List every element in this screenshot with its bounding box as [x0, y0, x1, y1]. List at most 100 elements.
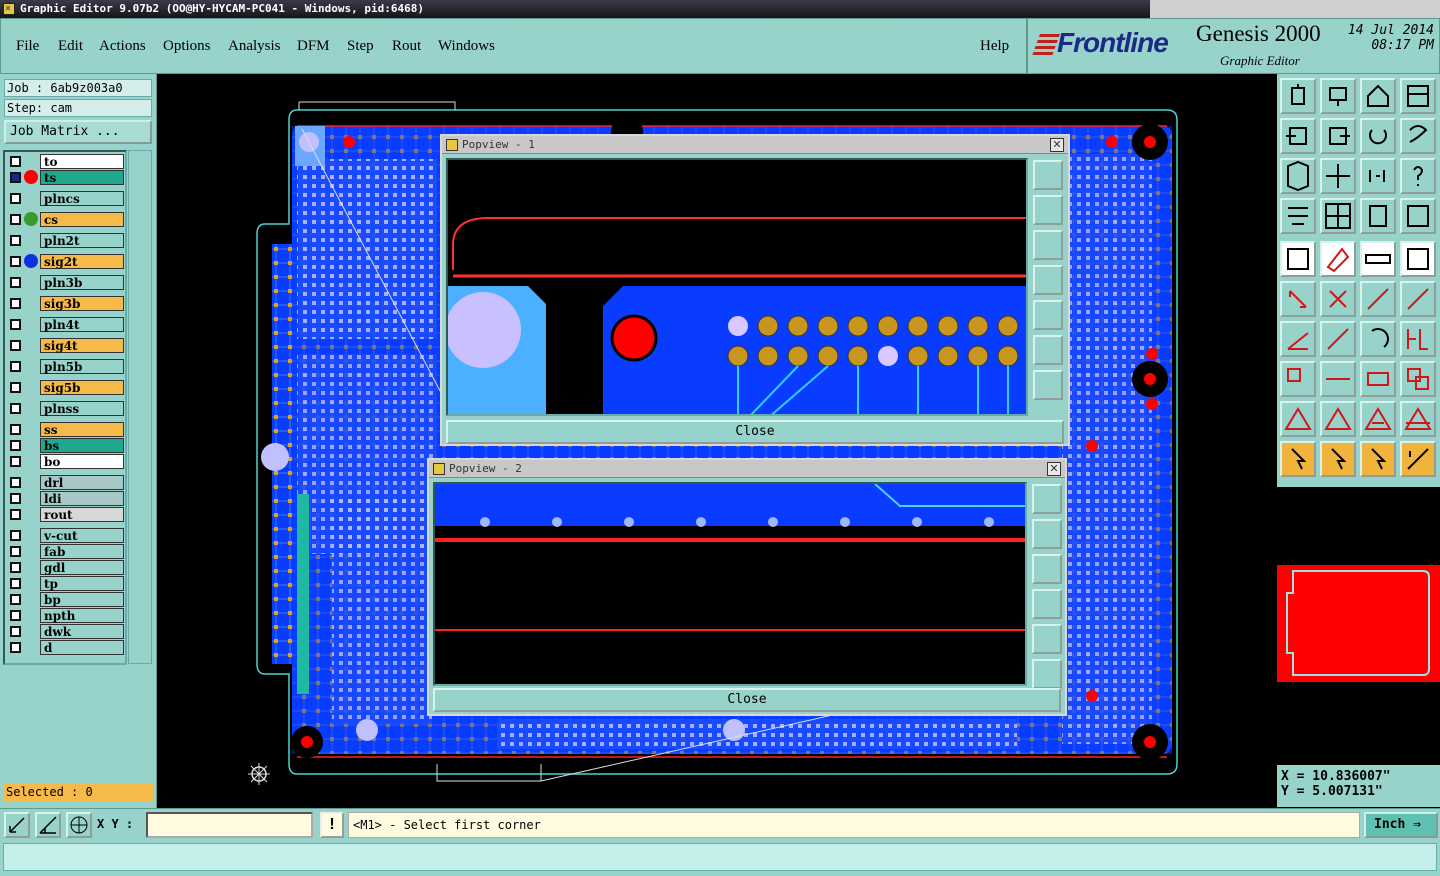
layer-row[interactable]: dwk — [6, 624, 124, 639]
snap-mode-icon[interactable] — [4, 812, 30, 838]
layer-row[interactable]: v-cut — [6, 528, 124, 543]
layer-name[interactable]: fab — [40, 544, 124, 559]
layer-name[interactable]: d — [40, 640, 124, 655]
pan-up-icon[interactable] — [1032, 519, 1062, 549]
layers-compare-icon[interactable] — [1360, 198, 1396, 234]
pan-right-icon[interactable] — [1032, 624, 1062, 654]
layer-name[interactable]: npth — [40, 608, 124, 623]
layer-row[interactable]: pln3b — [6, 275, 124, 290]
add-pad-icon[interactable] — [1400, 281, 1436, 317]
menu-windows[interactable]: Windows — [438, 38, 495, 55]
layer-name[interactable]: pln3b — [40, 275, 124, 290]
snapshot-icon[interactable] — [1280, 78, 1316, 114]
popview-1-close-button[interactable]: Close — [446, 420, 1064, 444]
layer-row[interactable]: drl — [6, 475, 124, 490]
polygon-icon[interactable] — [1280, 401, 1316, 437]
outline-mode-icon[interactable] — [1320, 241, 1356, 277]
layer-row[interactable]: npth — [6, 608, 124, 623]
layer-name[interactable]: drl — [40, 475, 124, 490]
layer-name[interactable]: bs — [40, 438, 124, 453]
menu-help[interactable]: Help — [980, 38, 1009, 55]
layer-row[interactable]: sig5b — [6, 380, 124, 395]
layer-name[interactable]: sig3b — [40, 296, 124, 311]
pointer-box-icon[interactable] — [1320, 441, 1356, 477]
layer-name[interactable]: tp — [40, 576, 124, 591]
layer-name[interactable]: pln2t — [40, 233, 124, 248]
layer-name[interactable]: plncs — [40, 191, 124, 206]
layer-checkbox[interactable] — [10, 610, 21, 621]
layer-row[interactable]: ts — [6, 170, 124, 185]
layer-checkbox[interactable] — [10, 319, 21, 330]
pan-left-icon[interactable] — [1280, 118, 1316, 154]
layer-row[interactable]: plncs — [6, 191, 124, 206]
grid-toggle-icon[interactable] — [1320, 198, 1356, 234]
layer-row[interactable]: d — [6, 640, 124, 655]
units-selector[interactable]: Inch ⇒ — [1364, 812, 1438, 838]
layer-checkbox[interactable] — [10, 642, 21, 653]
redo-view-icon[interactable] — [1400, 118, 1436, 154]
layer-checkbox[interactable] — [10, 546, 21, 557]
surface-edit-icon[interactable] — [1400, 401, 1436, 437]
menu-edit[interactable]: Edit — [58, 38, 83, 55]
job-matrix-button[interactable]: Job Matrix ... — [4, 120, 152, 144]
layer-checkbox[interactable] — [10, 298, 21, 309]
layer-row[interactable]: pln4t — [6, 317, 124, 332]
fill-mode-icon[interactable] — [1280, 241, 1316, 277]
layer-checkbox[interactable] — [10, 578, 21, 589]
layer-row[interactable]: fab — [6, 544, 124, 559]
net-select-icon[interactable] — [1400, 441, 1436, 477]
layer-name[interactable]: pln5b — [40, 359, 124, 374]
layer-row[interactable]: tp — [6, 576, 124, 591]
layer-row[interactable]: pln2t — [6, 233, 124, 248]
surface-icon[interactable] — [1360, 401, 1396, 437]
connect-icon[interactable] — [1280, 281, 1316, 317]
board-overview-map[interactable] — [1277, 565, 1440, 682]
arc-icon[interactable] — [1360, 321, 1396, 357]
layer-row[interactable]: sig4t — [6, 338, 124, 353]
layer-checkbox[interactable] — [10, 382, 21, 393]
layer-name[interactable]: plnss — [40, 401, 124, 416]
layer-name[interactable]: to — [40, 154, 124, 169]
zoom-in-icon[interactable] — [1032, 659, 1062, 689]
layer-checkbox[interactable] — [10, 424, 21, 435]
layer-row[interactable]: bs — [6, 438, 124, 453]
layer-checkbox[interactable] — [10, 493, 21, 504]
layer-name[interactable]: ts — [40, 170, 124, 185]
pan-right-icon[interactable] — [1320, 118, 1356, 154]
popview-1-canvas[interactable] — [446, 158, 1028, 416]
layer-checkbox[interactable] — [10, 277, 21, 288]
copy-pad-icon[interactable] — [1280, 361, 1316, 397]
layer-checkbox[interactable] — [10, 214, 21, 225]
layer-row[interactable]: bp — [6, 592, 124, 607]
layer-checkbox[interactable] — [10, 172, 21, 183]
layer-name[interactable]: cs — [40, 212, 124, 227]
measure-icon[interactable] — [35, 812, 61, 838]
layer-checkbox[interactable] — [10, 440, 21, 451]
zoom-center-icon[interactable] — [1320, 158, 1356, 194]
layer-checkbox[interactable] — [10, 235, 21, 246]
xy-input[interactable] — [146, 812, 313, 838]
layer-checkbox[interactable] — [10, 361, 21, 372]
grid-icon[interactable] — [66, 812, 92, 838]
zoom-home-icon[interactable] — [1032, 484, 1062, 514]
layer-row[interactable]: cs — [6, 212, 124, 227]
move-icon[interactable] — [1320, 361, 1356, 397]
layer-checkbox[interactable] — [10, 530, 21, 541]
layer-list-scrollbar[interactable] — [128, 150, 152, 664]
layer-name[interactable]: bo — [40, 454, 124, 469]
triangle-icon[interactable] — [1320, 401, 1356, 437]
pan-left-icon[interactable] — [1033, 265, 1063, 295]
layer-checkbox[interactable] — [10, 256, 21, 267]
layer-checkbox[interactable] — [10, 477, 21, 488]
layer-checkbox[interactable] — [10, 193, 21, 204]
layer-name[interactable]: v-cut — [40, 528, 124, 543]
dimension-icon[interactable] — [1360, 361, 1396, 397]
pointer-select-icon[interactable] — [1360, 441, 1396, 477]
draw-line-icon[interactable] — [1320, 321, 1356, 357]
menu-rout[interactable]: Rout — [392, 38, 421, 55]
zoom-out-icon[interactable] — [1033, 370, 1063, 400]
group-icon[interactable] — [1400, 361, 1436, 397]
layer-row[interactable]: ldi — [6, 491, 124, 506]
menu-dfm[interactable]: DFM — [297, 38, 330, 55]
layer-name[interactable]: rout — [40, 507, 124, 522]
